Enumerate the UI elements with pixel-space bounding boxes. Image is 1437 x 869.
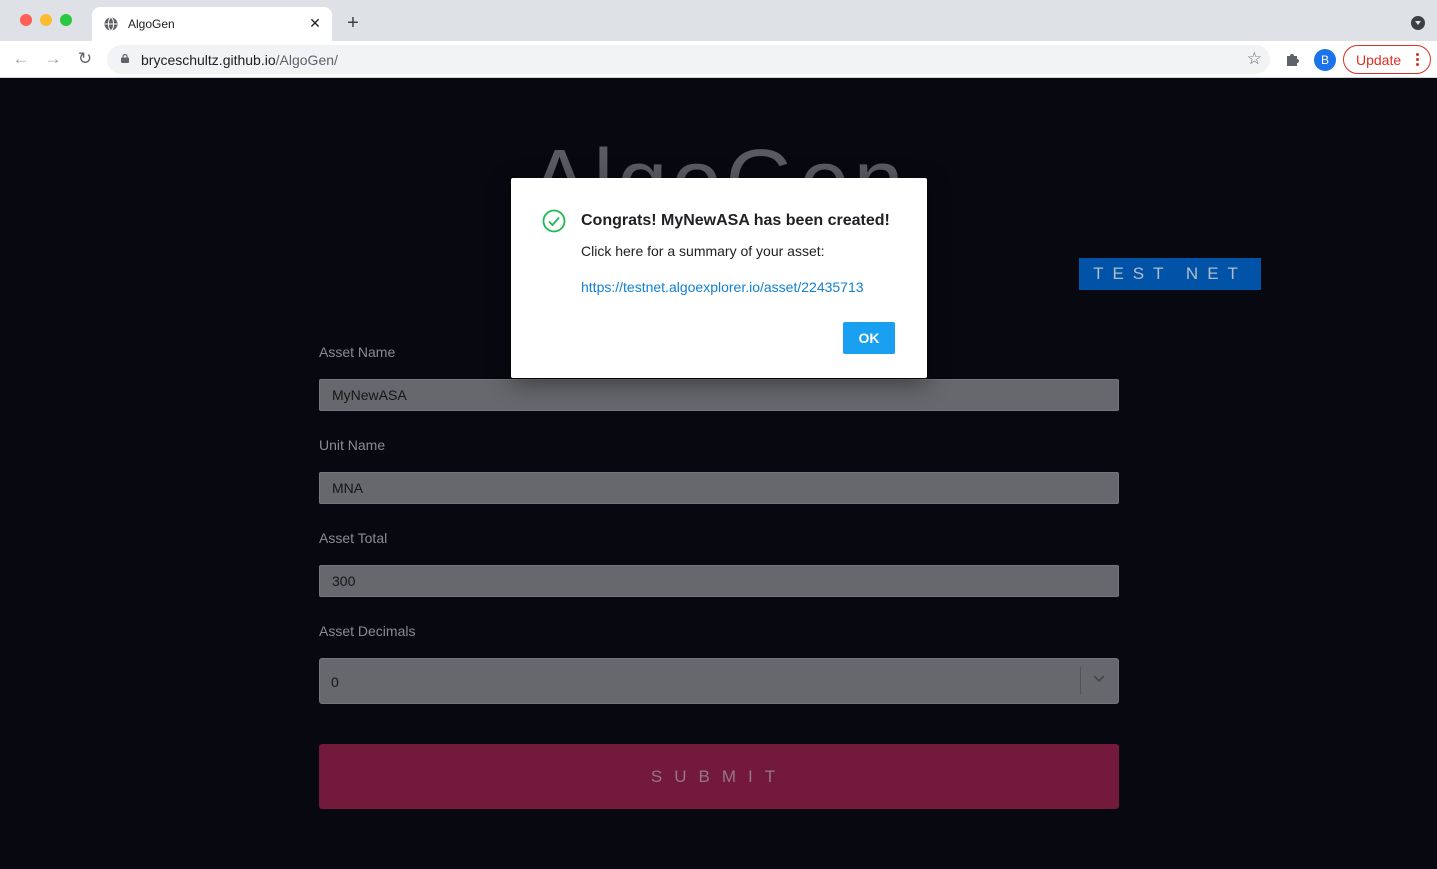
address-bar[interactable]: bryceschultz.github.io/AlgoGen/ ☆	[107, 45, 1270, 74]
bookmark-star-icon[interactable]: ☆	[1247, 49, 1262, 69]
browser-tab[interactable]: AlgoGen ✕	[92, 7, 332, 41]
url-text: bryceschultz.github.io/AlgoGen/	[141, 52, 338, 68]
dialog-title: Congrats! MyNewASA has been created!	[581, 212, 890, 229]
new-tab-icon[interactable]: +	[342, 12, 364, 34]
extensions-puzzle-icon[interactable]	[1283, 49, 1303, 69]
url-path: /AlgoGen/	[275, 52, 338, 68]
globe-icon	[104, 17, 118, 31]
update-label: Update	[1356, 52, 1402, 68]
maximize-window-button[interactable]	[60, 14, 72, 26]
lock-icon	[121, 54, 129, 63]
close-tab-icon[interactable]: ✕	[306, 14, 324, 32]
success-dialog: Congrats! MyNewASA has been created! Cli…	[511, 178, 927, 378]
browser-toolbar: ← → ↻ bryceschultz.github.io/AlgoGen/ ☆ …	[0, 41, 1437, 78]
minimize-window-button[interactable]	[40, 14, 52, 26]
update-button[interactable]: Update	[1343, 45, 1431, 74]
browser-tab-bar: AlgoGen ✕ +	[0, 0, 1437, 41]
ok-button[interactable]: OK	[843, 322, 895, 354]
back-arrow-icon[interactable]: ←	[9, 47, 33, 71]
more-menu-icon	[1416, 53, 1420, 67]
check-circle-icon	[542, 209, 566, 233]
close-window-button[interactable]	[20, 14, 32, 26]
tab-search-icon[interactable]	[1411, 16, 1425, 30]
tab-title: AlgoGen	[128, 17, 175, 31]
reload-icon[interactable]: ↻	[73, 47, 97, 71]
url-host: bryceschultz.github.io	[141, 52, 276, 68]
asset-summary-link[interactable]: https://testnet.algoexplorer.io/asset/22…	[581, 279, 864, 295]
dialog-body: Click here for a summary of your asset:	[581, 243, 825, 259]
profile-avatar[interactable]: B	[1314, 49, 1336, 71]
forward-arrow-icon[interactable]: →	[41, 47, 65, 71]
